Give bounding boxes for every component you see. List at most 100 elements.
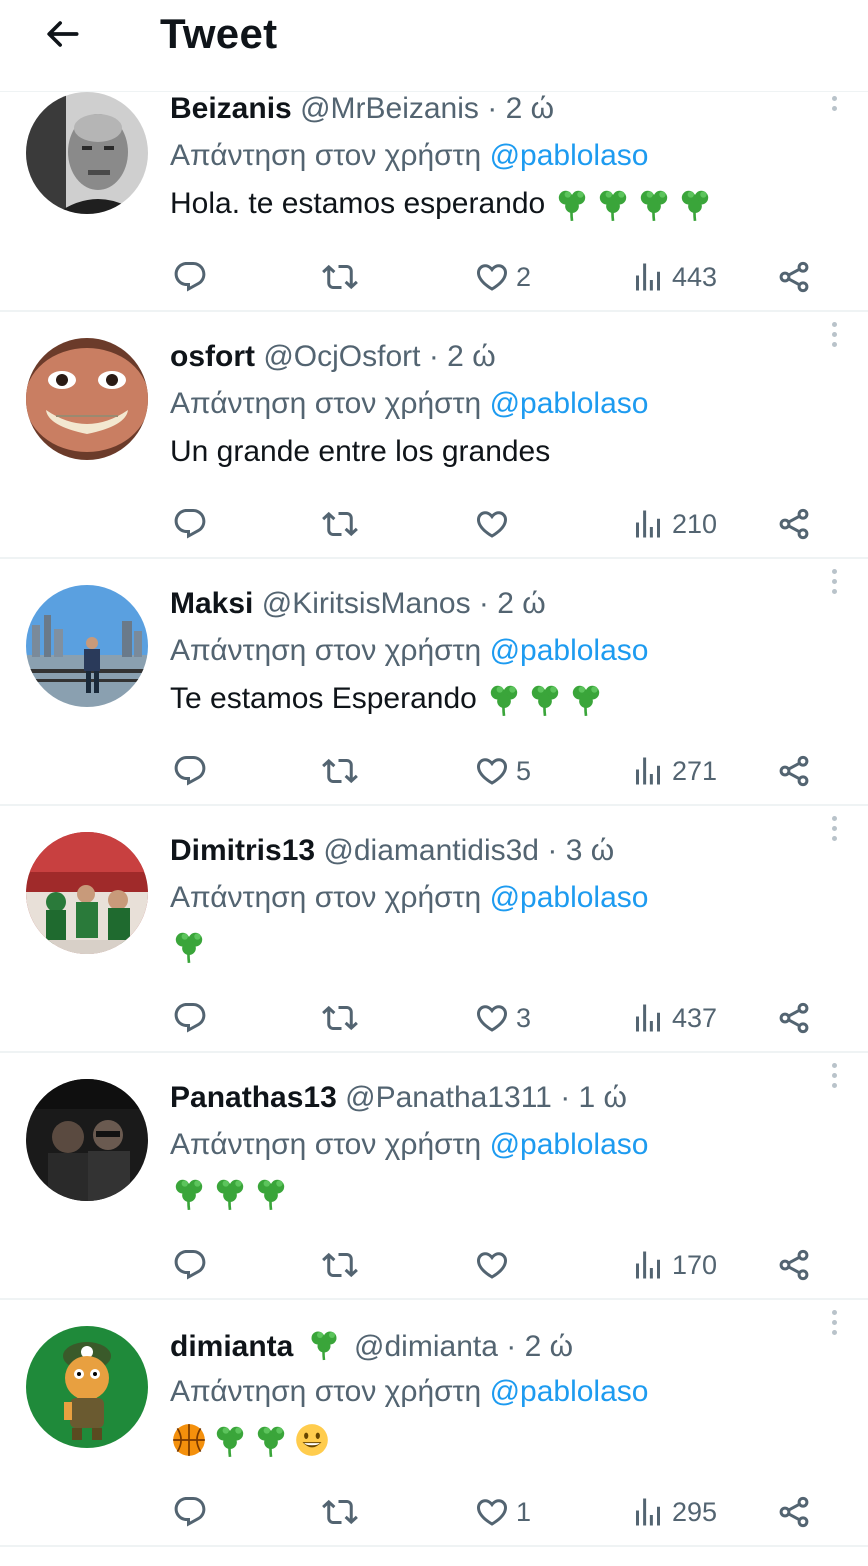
reply-item[interactable]: osfort @OcjOsfort · 2 ώ Απάντηση στον χρ… [0,312,868,559]
more-options-button[interactable] [824,810,844,846]
share-button[interactable] [776,1243,812,1287]
like-count: 3 [516,1002,532,1033]
separator-dot: · [506,1330,517,1363]
reply-text: Hola. te estamos esperando [170,184,848,224]
separator-dot: · [560,1081,571,1114]
like-button[interactable]: 5 [474,749,531,793]
reply-item[interactable]: Panathas13 @Panatha1311 · 1 ώ Απάντηση σ… [0,1053,868,1300]
reply-button[interactable] [172,502,208,546]
reply-content: osfort @OcjOsfort · 2 ώ Απάντηση στον χρ… [170,338,848,472]
reply-content: Maksi @KiritsisManos · 2 ώ Απάντηση στον… [170,585,848,719]
retweet-icon [322,264,358,290]
shamrock-icon [526,680,564,718]
user-handle[interactable]: @dimianta [354,1330,498,1363]
avatar[interactable] [26,1079,148,1201]
display-name[interactable]: dimianta [170,1330,293,1363]
display-name[interactable]: osfort [170,340,255,373]
views-chart-icon [636,757,660,785]
like-button[interactable]: 1 [474,1490,531,1534]
like-button[interactable] [474,1243,516,1287]
reply-item[interactable]: Beizanis @MrBeizanis · 2 ώ Απάντηση στον… [0,80,868,312]
reply-text-content: Te estamos Esperando [170,682,477,715]
mention-link[interactable]: @pablolaso [490,1128,649,1161]
replying-to: Απάντηση στον χρήστη @pablolaso [170,1372,848,1412]
display-name[interactable]: Beizanis [170,92,292,125]
retweet-button[interactable] [322,1243,358,1287]
heart-icon [476,1252,508,1279]
shamrock-icon [676,185,714,223]
retweet-button[interactable] [322,996,358,1040]
timestamp[interactable]: 2 ώ [497,587,545,620]
mention-link[interactable]: @pablolaso [490,881,649,914]
emoji-group [170,1174,293,1212]
share-icon [779,755,809,787]
avatar[interactable] [26,338,148,460]
user-handle[interactable]: @KiritsisManos [262,587,471,620]
mention-link[interactable]: @pablolaso [490,139,649,172]
avatar[interactable] [26,1326,148,1448]
retweet-button[interactable] [322,749,358,793]
like-button[interactable] [474,502,516,546]
share-button[interactable] [776,996,812,1040]
reply-button[interactable] [172,1243,208,1287]
more-options-button[interactable] [824,316,844,352]
reply-button[interactable] [172,749,208,793]
comment-icon [174,1250,206,1280]
back-arrow-icon [47,21,79,47]
mention-link[interactable]: @pablolaso [490,387,649,420]
reply-button[interactable] [172,255,208,299]
more-options-button[interactable] [824,1304,844,1340]
reply-item[interactable]: Maksi @KiritsisManos · 2 ώ Απάντηση στον… [0,559,868,806]
replying-to: Απάντηση στον χρήστη @pablolaso [170,878,848,918]
retweet-icon [322,1005,358,1031]
reply-button[interactable] [172,1490,208,1534]
views-button[interactable]: 437 [630,996,717,1040]
views-button[interactable]: 210 [630,502,717,546]
more-options-button[interactable] [824,563,844,599]
replying-to: Απάντηση στον χρήστη @pablolaso [170,384,848,424]
timestamp[interactable]: 1 ώ [579,1081,627,1114]
comment-icon [174,1497,206,1527]
like-button[interactable]: 2 [474,255,531,299]
views-chart-icon [636,263,660,291]
avatar[interactable] [26,832,148,954]
mention-link[interactable]: @pablolaso [490,634,649,667]
replying-to: Απάντηση στον χρήστη @pablolaso [170,136,848,176]
avatar[interactable] [26,92,148,214]
retweet-button[interactable] [322,502,358,546]
comment-icon [174,509,206,539]
reply-item[interactable]: Dimitris13 @diamantidis3d · 3 ώ Απάντηση… [0,806,868,1053]
user-handle[interactable]: @OcjOsfort [263,340,420,373]
share-button[interactable] [776,1490,812,1534]
display-name[interactable]: Panathas13 [170,1081,337,1114]
user-handle[interactable]: @Panatha1311 [345,1081,552,1114]
views-button[interactable]: 271 [630,749,717,793]
display-name[interactable]: Dimitris13 [170,834,315,867]
avatar[interactable] [26,585,148,707]
display-name[interactable]: Maksi [170,587,253,620]
reply-item[interactable]: dimianta @dimianta · 2 ώ Απάντηση στον χ… [0,1300,868,1547]
reply-button[interactable] [172,996,208,1040]
retweet-icon [322,1252,358,1278]
timestamp[interactable]: 3 ώ [566,834,614,867]
timestamp[interactable]: 2 ώ [447,340,495,373]
views-button[interactable]: 170 [630,1243,717,1287]
user-handle[interactable]: @diamantidis3d [323,834,539,867]
retweet-button[interactable] [322,1490,358,1534]
like-button[interactable]: 3 [474,996,531,1040]
views-button[interactable]: 443 [630,255,717,299]
share-button[interactable] [776,255,812,299]
retweet-button[interactable] [322,255,358,299]
back-button[interactable] [38,10,86,58]
heart-icon [476,511,508,538]
timestamp[interactable]: 2 ώ [506,92,554,125]
reply-text [170,1420,848,1460]
share-button[interactable] [776,502,812,546]
more-options-button[interactable] [824,1057,844,1093]
reply-text: Te estamos Esperando [170,679,848,719]
share-button[interactable] [776,749,812,793]
views-button[interactable]: 295 [630,1490,717,1534]
timestamp[interactable]: 2 ώ [525,1330,573,1363]
user-handle[interactable]: @MrBeizanis [300,92,479,125]
mention-link[interactable]: @pablolaso [490,1375,649,1408]
